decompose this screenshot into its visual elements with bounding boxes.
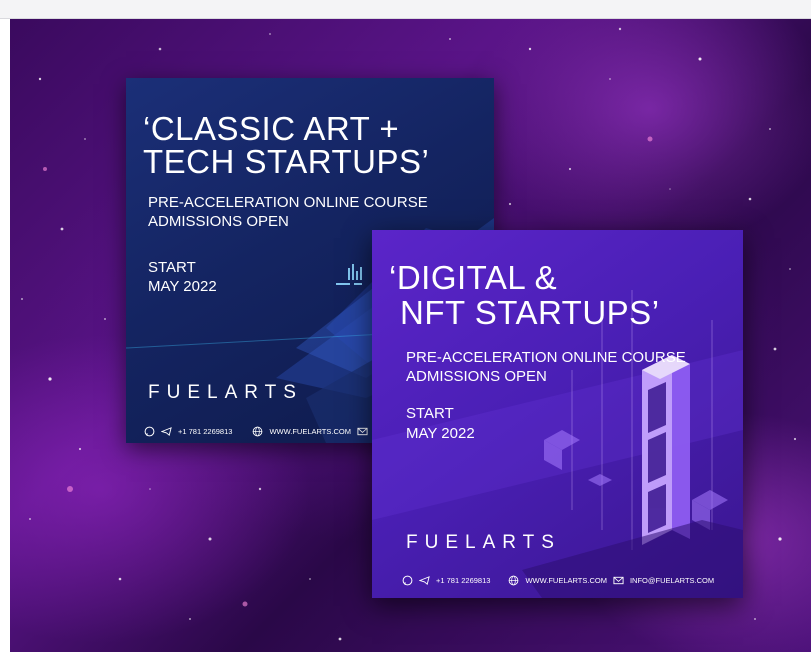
top-bar [0, 0, 811, 19]
telegram-icon [419, 576, 430, 585]
card2-website: WWW.FUELARTS.COM [525, 576, 607, 585]
whatsapp-icon [402, 575, 413, 586]
card1-start-label: START [148, 259, 196, 276]
card2-start-label: START [406, 405, 454, 422]
poster-image: ‘CLASSIC ART + TECH STARTUPS’ PRE-ACCELE… [10, 19, 811, 652]
card1-title-line1: ‘CLASSIC ART + [143, 110, 400, 147]
card2-subtitle-line1: PRE-ACCELERATION ONLINE COURSE [406, 349, 686, 366]
mail-icon [357, 427, 368, 436]
card2-contact-row: +1 781 2269813 WWW.FUELARTS.COM INFO@FUE… [402, 575, 714, 586]
card1-start-date: MAY 2022 [148, 278, 217, 295]
card1-contact-row: +1 781 2269813 WWW.FUELARTS.COM [144, 426, 368, 437]
card1-website: WWW.FUELARTS.COM [269, 427, 351, 436]
card2-phone: +1 781 2269813 [436, 576, 491, 585]
card1-phone: +1 781 2269813 [178, 427, 233, 436]
card2-brand-logo: FUELARTS [406, 532, 561, 553]
card1-title-line2: TECH STARTUPS’ [143, 143, 430, 180]
mail-icon [613, 576, 624, 585]
card1-brand-logo: FUELARTS [148, 382, 303, 403]
card1-subtitle-line1: PRE-ACCELERATION ONLINE COURSE [148, 194, 428, 211]
card2-title-line2: NFT STARTUPS’ [400, 294, 660, 331]
course-card-digital-nft: ‘DIGITAL & NFT STARTUPS’ PRE-ACCELERATIO… [372, 230, 743, 598]
globe-icon [253, 426, 263, 437]
card1-subtitle-line2: ADMISSIONS OPEN [148, 213, 289, 230]
globe-icon [509, 575, 519, 586]
card2-email: INFO@FUELARTS.COM [629, 576, 715, 585]
card2-subtitle-line2: ADMISSIONS OPEN [406, 368, 547, 385]
whatsapp-icon [144, 426, 155, 437]
card2-title-line1: ‘DIGITAL & [389, 259, 558, 296]
telegram-icon [161, 427, 172, 436]
card2-start-date: MAY 2022 [406, 425, 475, 442]
